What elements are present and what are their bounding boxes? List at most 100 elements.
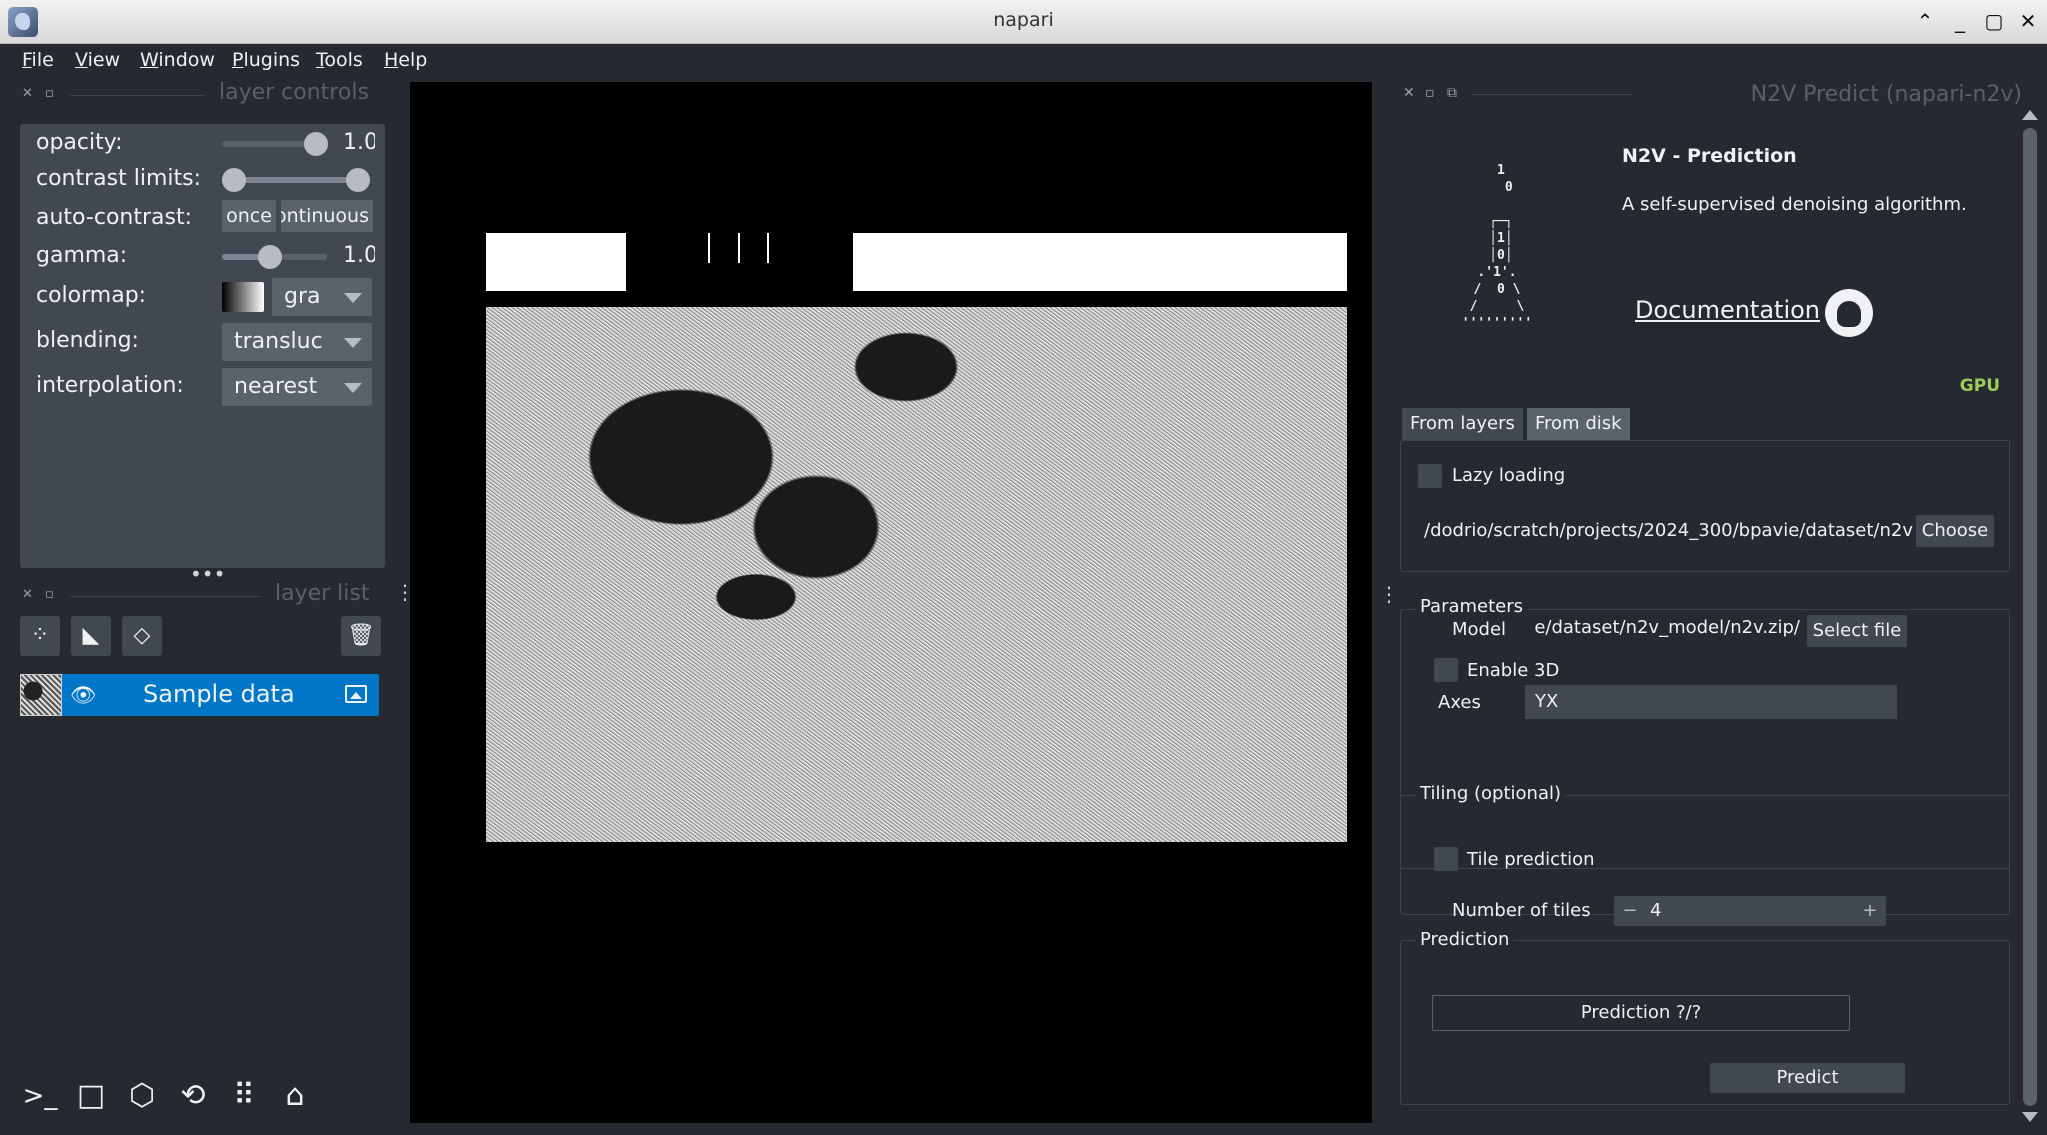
plugin-float-icon[interactable]: ▫ <box>1425 85 1435 101</box>
layer-list-float-icon[interactable]: ▫ <box>45 587 54 602</box>
plugin-detach-icon[interactable]: ⧉ <box>1447 85 1457 101</box>
menu-tools[interactable]: Tools <box>316 49 363 71</box>
new-points-layer-icon[interactable]: ⁘ <box>20 616 60 656</box>
colormap-value: gray <box>284 284 320 309</box>
plugin-dock-title: N2V Predict (napari-n2v) <box>1750 82 2022 107</box>
interpolation-value: nearest <box>234 374 318 399</box>
model-path-field[interactable]: /bpavie/dataset/n2v_model/n2v.zip <box>1534 611 1800 645</box>
eye-icon[interactable]: 👁 <box>70 683 97 708</box>
home-icon[interactable]: ⌂ <box>273 1074 317 1118</box>
image-layer-icon <box>345 685 367 703</box>
auto-contrast-continuous-button[interactable]: continuous <box>281 200 373 232</box>
menu-help[interactable]: Help <box>384 49 427 71</box>
predict-button[interactable]: Predict <box>1710 1063 1905 1093</box>
lazy-loading-checkbox[interactable] <box>1418 464 1442 488</box>
tiling-title: Tiling (optional) <box>1416 783 1565 804</box>
n2v-logo-icon: 1 0 ┌─┐ │1│ │0│ .'1'. / 0 \ / \ ''''''''… <box>1461 163 1533 331</box>
tile-prediction-checkbox[interactable] <box>1434 847 1458 871</box>
menu-window[interactable]: Window <box>140 49 215 71</box>
interpolation-label: interpolation: <box>36 373 184 398</box>
close-window-icon[interactable]: ✕ <box>2016 9 2040 33</box>
menu-plugins[interactable]: Plugins <box>232 49 300 71</box>
interpolation-select[interactable]: nearest <box>222 368 372 406</box>
plugin-scrollbar[interactable] <box>2019 106 2041 1131</box>
layer-list-menu-icon[interactable]: ⋮ <box>395 582 415 612</box>
new-shapes-layer-icon[interactable]: ◣ <box>71 616 111 656</box>
chevron-down-icon <box>344 338 362 348</box>
menu-window-mnemonic: W <box>140 49 159 71</box>
console-icon[interactable]: >_ <box>18 1074 62 1118</box>
blending-value: translucent <box>234 329 322 354</box>
layer-row-sample-data[interactable]: 👁 Sample data <box>20 674 379 716</box>
opacity-slider-handle[interactable] <box>304 132 328 156</box>
dock-close-icon[interactable]: ✕ <box>22 86 33 101</box>
choose-button[interactable]: Choose <box>1916 515 1994 547</box>
gamma-slider-handle[interactable] <box>258 245 282 269</box>
auto-contrast-once-button[interactable]: once <box>222 200 276 232</box>
delete-layer-icon[interactable]: 🗑 <box>341 616 381 656</box>
colormap-swatch <box>222 282 264 312</box>
number-of-tiles-label: Number of tiles <box>1452 900 1591 921</box>
layer-controls-panel: opacity: 1.0 contrast limits: auto-contr… <box>20 124 385 568</box>
image-tick <box>767 233 769 263</box>
plugin-heading: N2V - Prediction <box>1622 145 1797 167</box>
menu-file[interactable]: File <box>22 49 54 71</box>
splitter-handle[interactable]: ••• <box>190 562 225 586</box>
menu-window-label: indow <box>158 49 215 71</box>
image-tick <box>708 233 710 263</box>
layer-controls-title: layer controls <box>219 80 369 105</box>
select-file-button[interactable]: Select file <box>1807 615 1907 647</box>
lazy-loading-label: Lazy loading <box>1452 465 1566 486</box>
menu-view-label: iew <box>87 49 121 71</box>
gpu-indicator: GPU <box>1959 376 2000 396</box>
increment-icon[interactable]: + <box>1860 896 1880 926</box>
sample-image <box>486 233 1347 924</box>
dock-title-rule <box>70 95 205 96</box>
chevron-down-icon <box>344 293 362 303</box>
contrast-limits-label: contrast limits: <box>36 166 201 191</box>
documentation-link[interactable]: Documentation <box>1635 296 1820 324</box>
scrollbar-thumb[interactable] <box>2023 128 2037 1106</box>
menu-view[interactable]: View <box>75 49 120 71</box>
scroll-down-icon[interactable] <box>2022 1112 2038 1122</box>
roll-dimensions-icon[interactable]: ⬡ <box>120 1074 164 1118</box>
dock-float-icon[interactable]: ▫ <box>45 86 54 101</box>
contrast-high-handle[interactable] <box>346 168 370 192</box>
new-labels-layer-icon[interactable]: ◇ <box>122 616 162 656</box>
menu-help-mnemonic: H <box>384 49 399 71</box>
shade-window-icon[interactable]: ⌃ <box>1913 9 1937 33</box>
menu-plugins-mnemonic: P <box>232 49 244 71</box>
scroll-up-icon[interactable] <box>2022 110 2038 120</box>
tab-from-disk[interactable]: From disk <box>1527 408 1630 440</box>
plugin-close-icon[interactable]: ✕ <box>1403 85 1415 101</box>
enable-3d-checkbox[interactable] <box>1434 658 1458 682</box>
viewer-canvas[interactable] <box>410 82 1372 1123</box>
github-icon[interactable] <box>1825 289 1873 337</box>
tab-from-layers[interactable]: From layers <box>1402 408 1523 440</box>
grid-view-icon[interactable]: ⠿ <box>222 1074 266 1118</box>
image-white-block-left <box>486 233 626 291</box>
menu-bar: File View Window Plugins Tools Help <box>0 44 2047 80</box>
toggle-ndisplay-icon[interactable]: □ <box>69 1074 113 1118</box>
colormap-select[interactable]: gray <box>272 278 372 316</box>
layer-name[interactable]: Sample data <box>143 680 295 708</box>
number-of-tiles-spinbox[interactable]: − 4 + <box>1614 896 1886 926</box>
prediction-title: Prediction <box>1416 929 1514 950</box>
transpose-icon[interactable]: ⟲ <box>171 1074 215 1118</box>
decrement-icon[interactable]: − <box>1620 896 1640 926</box>
images-path-field[interactable]: /dodrio/scratch/projects/2024_300/bpavie… <box>1420 512 1920 550</box>
axes-input[interactable]: YX <box>1525 685 1897 719</box>
opacity-value: 1.0 <box>343 130 375 155</box>
minimize-window-icon[interactable]: _ <box>1948 9 1972 33</box>
contrast-low-handle[interactable] <box>222 168 246 192</box>
layer-list-close-icon[interactable]: ✕ <box>22 587 33 602</box>
blending-select[interactable]: translucent <box>222 323 372 361</box>
menu-help-label: elp <box>398 49 428 71</box>
maximize-window-icon[interactable]: ▢ <box>1982 9 2006 33</box>
parameters-title: Parameters <box>1416 596 1528 617</box>
layer-list-title: layer list <box>275 581 370 606</box>
menu-plugins-label: lugins <box>243 49 301 71</box>
auto-contrast-label: auto-contrast: <box>36 205 193 230</box>
menu-tools-label: ools <box>324 49 363 71</box>
noisy-image-region <box>486 307 1347 842</box>
